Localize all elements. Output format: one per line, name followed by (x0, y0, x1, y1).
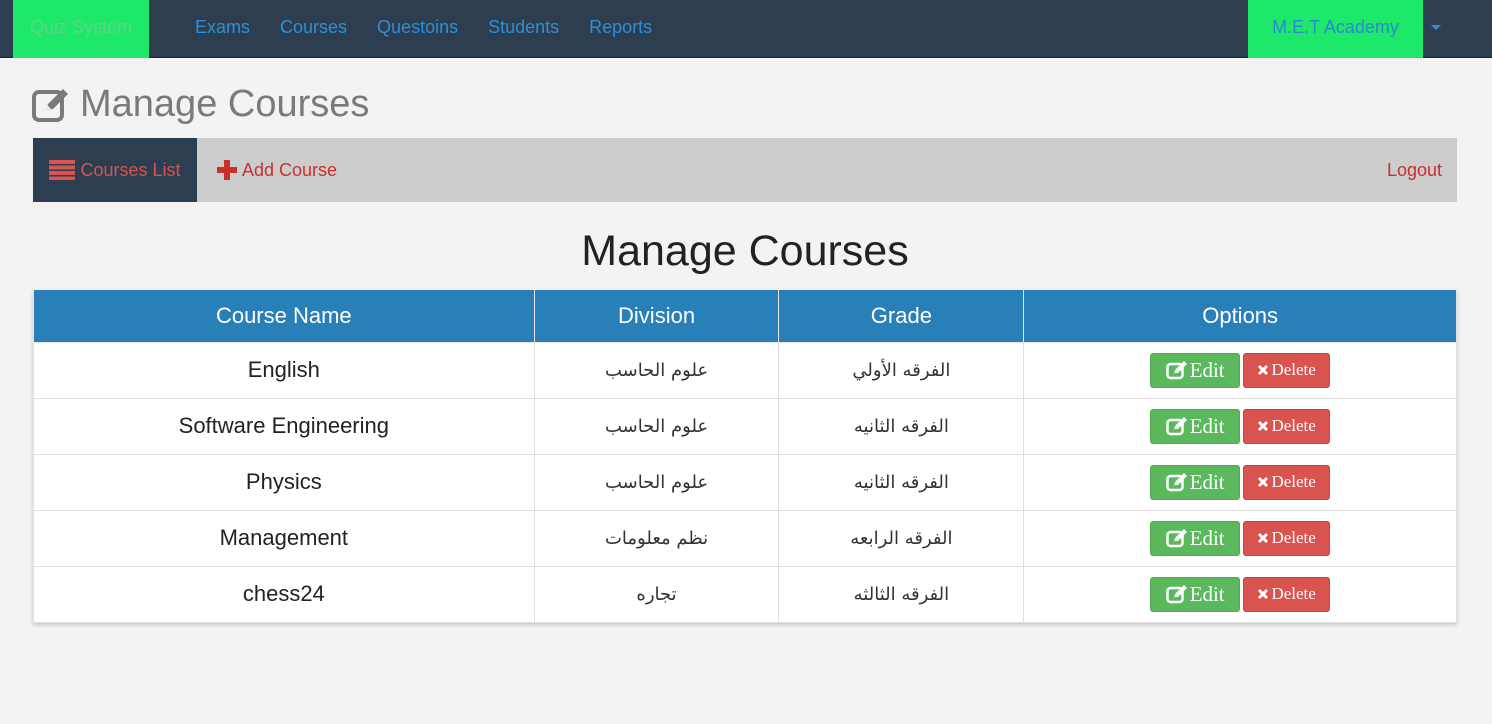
close-icon (1258, 588, 1269, 600)
delete-button[interactable]: Delete (1243, 464, 1331, 500)
edit-icon (1165, 361, 1187, 380)
caret-down-icon[interactable] (1431, 25, 1441, 30)
options-cell: Edit Delete (1023, 397, 1457, 455)
nav-link-courses[interactable]: Courses (265, 0, 362, 58)
close-icon (1258, 364, 1269, 376)
grade-cell: الفرقه الثالثه (778, 565, 1025, 623)
table-row: Physics علوم الحاسب الفرقه الثانيه Edit … (33, 453, 1457, 511)
options-cell: Edit Delete (1023, 453, 1457, 511)
edit-button-label: Edit (1189, 357, 1225, 382)
column-header-course-name: Course Name (33, 290, 535, 343)
nav-link-exams[interactable]: Exams (180, 0, 265, 58)
edit-button[interactable]: Edit (1150, 408, 1241, 444)
brand-link[interactable]: Quiz System (13, 0, 149, 58)
edit-button[interactable]: Edit (1150, 520, 1241, 556)
edit-button[interactable]: Edit (1150, 352, 1241, 388)
table-row: chess24 تجاره الفرقه الثالثه Edit Delete (33, 565, 1457, 623)
edit-button[interactable]: Edit (1150, 464, 1241, 500)
edit-button-label: Edit (1189, 525, 1225, 550)
close-icon (1258, 476, 1269, 488)
page-heading: Manage Courses (32, 82, 369, 126)
course-name-cell: Management (33, 509, 535, 567)
main-nav: Exams Courses Questoins Students Reports (180, 0, 667, 58)
delete-button-label: Delete (1271, 528, 1316, 547)
course-name-cell: English (33, 341, 535, 399)
table-row: Software Engineering علوم الحاسب الفرقه … (33, 397, 1457, 455)
tab-add-course[interactable]: Add Course (217, 138, 337, 202)
table-header-row: Course Name Division Grade Options (33, 290, 1457, 343)
column-header-grade: Grade (778, 290, 1025, 343)
delete-button-label: Delete (1271, 416, 1316, 435)
edit-button-label: Edit (1189, 413, 1225, 438)
division-cell: نظم معلومات (533, 509, 780, 567)
edit-button[interactable]: Edit (1150, 576, 1241, 612)
tab-add-course-label: Add Course (242, 159, 338, 180)
options-cell: Edit Delete (1023, 341, 1457, 399)
division-cell: علوم الحاسب (533, 397, 780, 455)
edit-icon (1165, 417, 1187, 436)
grade-cell: الفرقه الثانيه (778, 453, 1025, 511)
edit-icon (32, 89, 68, 122)
top-navbar: Quiz System Exams Courses Questoins Stud… (0, 0, 1492, 58)
edit-button-label: Edit (1189, 581, 1225, 606)
table-row: Management نظم معلومات الفرقه الرابعه Ed… (33, 509, 1457, 567)
delete-button-label: Delete (1271, 584, 1316, 603)
edit-button-label: Edit (1189, 469, 1225, 494)
list-icon (49, 160, 76, 180)
edit-icon (1165, 529, 1187, 548)
options-cell: Edit Delete (1023, 509, 1457, 567)
division-cell: علوم الحاسب (533, 341, 780, 399)
course-name-cell: Physics (33, 453, 535, 511)
courses-table: Course Name Division Grade Options Engli… (33, 290, 1457, 623)
tab-courses-list-label: Courses List (80, 159, 181, 180)
nav-link-students[interactable]: Students (473, 0, 574, 58)
grade-cell: الفرقه الرابعه (778, 509, 1025, 567)
account-menu-button[interactable]: M.E.T Academy (1248, 0, 1423, 58)
delete-button[interactable]: Delete (1243, 408, 1331, 444)
plus-icon (217, 160, 237, 180)
division-cell: تجاره (533, 565, 780, 623)
column-header-options: Options (1023, 290, 1457, 343)
nav-link-reports[interactable]: Reports (574, 0, 667, 58)
table-row: English علوم الحاسب الفرقه الأولي Edit D… (33, 341, 1457, 399)
close-icon (1258, 420, 1269, 432)
section-title: Manage Courses (581, 227, 909, 275)
delete-button-label: Delete (1271, 472, 1316, 491)
delete-button[interactable]: Delete (1243, 576, 1331, 612)
tab-courses-list[interactable]: Courses List (33, 138, 197, 202)
close-icon (1258, 532, 1269, 544)
course-name-cell: Software Engineering (33, 397, 535, 455)
grade-cell: الفرقه الأولي (778, 341, 1025, 399)
division-cell: علوم الحاسب (533, 453, 780, 511)
page-title: Manage Courses (80, 83, 370, 125)
delete-button[interactable]: Delete (1243, 520, 1331, 556)
logout-link[interactable]: Logout (1387, 138, 1442, 202)
column-header-division: Division (533, 290, 780, 343)
nav-link-questions[interactable]: Questoins (362, 0, 473, 58)
edit-icon (1165, 473, 1187, 492)
grade-cell: الفرقه الثانيه (778, 397, 1025, 455)
edit-icon (1165, 585, 1187, 604)
delete-button[interactable]: Delete (1243, 352, 1331, 388)
options-cell: Edit Delete (1023, 565, 1457, 623)
sub-navbar: Courses List Add Course Logout (33, 138, 1457, 202)
course-name-cell: chess24 (33, 565, 535, 623)
delete-button-label: Delete (1271, 360, 1316, 379)
